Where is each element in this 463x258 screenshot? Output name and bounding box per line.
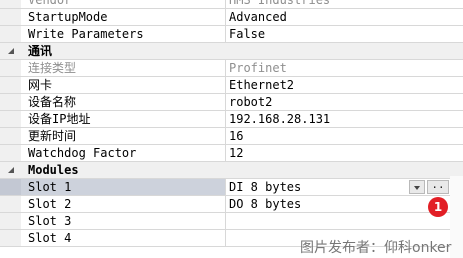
chevron-down-icon [414, 186, 420, 190]
property-value[interactable]: robot2 [229, 94, 272, 110]
property-row[interactable]: 更新时间 16 [0, 128, 463, 145]
property-row[interactable]: Vendor HMS Industries [0, 0, 463, 9]
column-separator[interactable] [225, 60, 226, 76]
row-gutter [0, 196, 21, 212]
property-row[interactable]: 设备名称 robot2 [0, 94, 463, 111]
property-name: Watchdog Factor [28, 146, 137, 160]
property-name: 更新时间 [28, 129, 77, 143]
row-gutter [0, 230, 21, 246]
property-row[interactable]: 网卡 Ethernet2 [0, 77, 463, 94]
property-name: 连接类型 [28, 61, 77, 75]
category-header[interactable]: 通讯 [0, 43, 463, 60]
property-value[interactable]: 192.168.28.131 [229, 111, 330, 127]
property-value: Profinet [229, 61, 287, 75]
column-separator[interactable] [225, 145, 226, 161]
collapse-icon[interactable] [8, 167, 14, 173]
column-separator[interactable] [225, 111, 226, 127]
row-gutter [0, 94, 21, 110]
row-gutter [0, 60, 21, 76]
property-name: StartupMode [28, 10, 108, 24]
property-value[interactable]: HMS Industries [229, 0, 330, 8]
column-separator[interactable] [225, 128, 226, 144]
property-value[interactable]: Ethernet2 [229, 77, 294, 93]
property-grid: Vendor HMS Industries StartupMode Advanced W… [0, 0, 463, 247]
property-row[interactable]: Slot 2 DO 8 bytes [0, 196, 463, 213]
property-name: 网卡 [28, 78, 53, 92]
property-name: Slot 1 [28, 180, 72, 194]
scrollbar[interactable] [450, 176, 463, 258]
property-value[interactable]: 12 [229, 145, 243, 161]
property-row[interactable]: Write Parameters False [0, 26, 463, 43]
ellipsis-button[interactable]: .. [427, 179, 449, 194]
row-gutter [0, 111, 21, 127]
row-gutter [0, 77, 21, 93]
property-name: Slot 3 [28, 214, 72, 228]
row-gutter [0, 145, 21, 161]
category-header[interactable]: Modules [0, 162, 463, 179]
category-title: Modules [28, 163, 79, 177]
property-row[interactable]: StartupMode Advanced [0, 9, 463, 26]
watermark: 图片发布者：仰科onker [300, 240, 452, 256]
row-gutter [0, 9, 21, 25]
row-gutter [0, 26, 21, 42]
row-gutter [0, 0, 21, 8]
property-name: Slot 2 [28, 197, 72, 211]
row-gutter [0, 213, 21, 229]
property-row[interactable]: 设备IP地址 192.168.28.131 [0, 111, 463, 128]
collapse-icon[interactable] [8, 48, 14, 54]
property-row[interactable]: 连接类型 Profinet [0, 60, 463, 77]
property-name: Slot 4 [28, 231, 72, 245]
property-name: Vendor [28, 0, 72, 7]
column-separator[interactable] [225, 26, 226, 42]
column-separator[interactable] [225, 94, 226, 110]
property-row[interactable]: Watchdog Factor 12 [0, 145, 463, 162]
column-separator[interactable] [225, 9, 226, 25]
column-separator[interactable] [225, 77, 226, 93]
row-gutter [0, 179, 21, 195]
column-separator[interactable] [225, 230, 226, 246]
property-name: Write Parameters [28, 27, 144, 41]
annotation-badge: 1 [428, 197, 448, 217]
property-value[interactable]: 16 [229, 128, 243, 144]
property-name: 设备名称 [28, 95, 77, 109]
property-row[interactable]: Slot 3 [0, 213, 463, 230]
dropdown-button[interactable] [409, 180, 425, 194]
property-value[interactable]: DO 8 bytes [229, 196, 301, 212]
property-value[interactable]: False [229, 26, 265, 42]
row-gutter [0, 128, 21, 144]
column-separator[interactable] [225, 0, 226, 8]
column-separator[interactable] [225, 213, 226, 229]
property-value[interactable]: Advanced [229, 9, 287, 25]
property-name: 设备IP地址 [28, 112, 91, 126]
property-row[interactable]: Slot 1 DI 8 bytes.. [0, 179, 463, 196]
category-title: 通讯 [28, 44, 53, 58]
column-separator[interactable] [225, 196, 226, 212]
